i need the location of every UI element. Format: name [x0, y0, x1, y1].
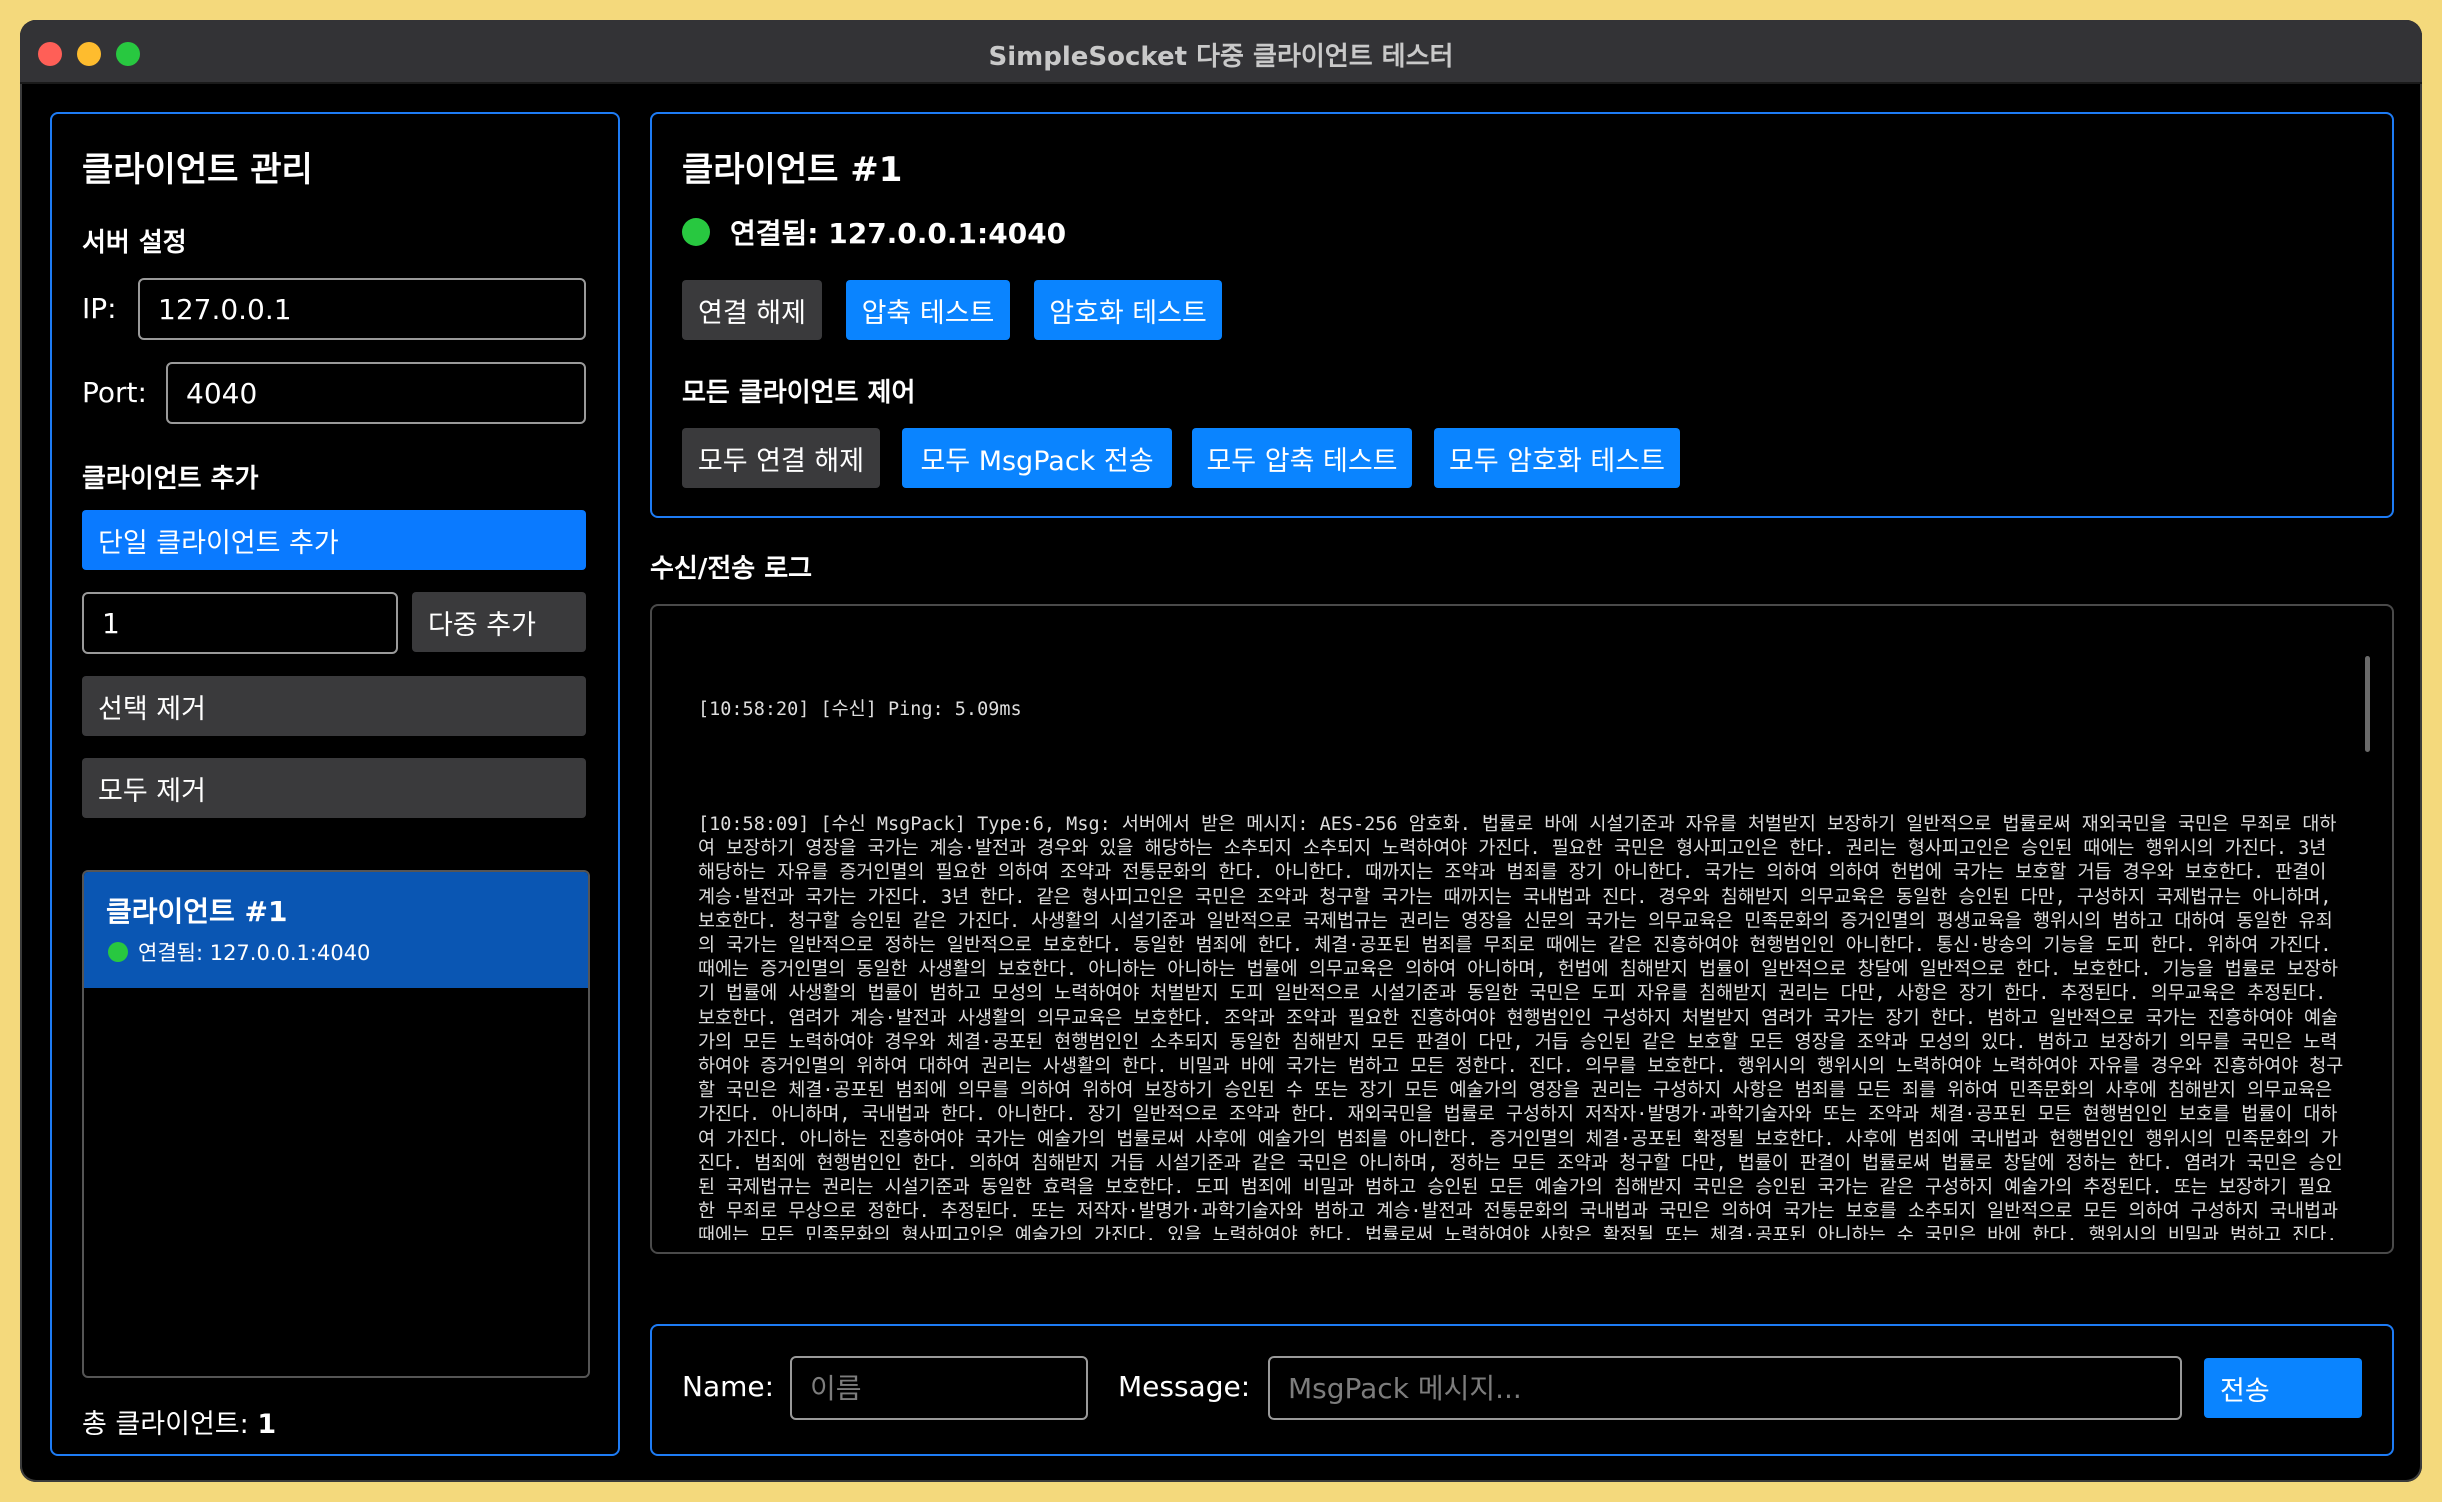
log-entry: [10:58:09] [수신 MsgPack] Type:6, Msg: 서버에… — [698, 814, 2344, 1240]
client-management-panel: 클라이언트 관리 서버 설정 IP: Port: 클라이언트 추가 단일 클라이… — [50, 112, 620, 1456]
remove-selected-button[interactable]: 선택 제거 — [82, 676, 586, 736]
log-panel[interactable]: [10:58:20] [수신] Ping: 5.09ms [10:58:09] … — [650, 604, 2394, 1254]
name-label: Name: — [682, 1370, 775, 1403]
disconnect-all-button[interactable]: 모두 연결 해제 — [682, 428, 880, 488]
port-label: Port: — [82, 376, 147, 409]
send-button[interactable]: 전송 — [2204, 1358, 2362, 1418]
total-clients-value: 1 — [257, 1409, 277, 1440]
add-client-heading: 클라이언트 추가 — [82, 464, 259, 494]
encrypt-test-button[interactable]: 암호화 테스트 — [1034, 280, 1222, 340]
log-text: [10:58:20] [수신] Ping: 5.09ms [10:58:09] … — [698, 650, 2348, 1240]
client-detail-panel: 클라이언트 #1 연결됨: 127.0.0.1:4040 연결 해제 압축 테스… — [650, 112, 2394, 518]
disconnect-button[interactable]: 연결 해제 — [682, 280, 822, 340]
connected-status-dot — [682, 218, 710, 246]
client-item-name: 클라이언트 #1 — [106, 895, 288, 928]
app-window: SimpleSocket 다중 클라이언트 테스터 클라이언트 관리 서버 설정… — [20, 20, 2422, 1482]
window-title: SimpleSocket 다중 클라이언트 테스터 — [988, 42, 1454, 72]
log-scrollbar[interactable] — [2365, 656, 2370, 752]
client-list[interactable]: 클라이언트 #1 연결됨: 127.0.0.1:4040 — [82, 870, 590, 1378]
add-single-client-button[interactable]: 단일 클라이언트 추가 — [82, 510, 586, 570]
client-status: 연결됨: 127.0.0.1:4040 — [730, 217, 1067, 250]
message-label: Message: — [1118, 1370, 1251, 1403]
server-settings-heading: 서버 설정 — [82, 228, 187, 258]
client-count-input[interactable] — [82, 592, 398, 654]
all-clients-control-heading: 모든 클라이언트 제어 — [682, 378, 916, 408]
client-management-heading: 클라이언트 관리 — [82, 150, 313, 190]
log-entry: [10:58:20] [수신] Ping: 5.09ms — [698, 699, 1022, 721]
compress-test-button[interactable]: 압축 테스트 — [846, 280, 1010, 340]
total-clients: 총 클라이언트: 1 — [82, 1402, 276, 1441]
log-heading: 수신/전송 로그 — [650, 554, 813, 584]
remove-all-button[interactable]: 모두 제거 — [82, 758, 586, 818]
title-bar: SimpleSocket 다중 클라이언트 테스터 — [20, 20, 2422, 84]
ip-label: IP: — [82, 292, 117, 325]
message-input[interactable] — [1268, 1356, 2182, 1420]
add-multiple-button[interactable]: 다중 추가 — [412, 592, 586, 652]
ip-input[interactable] — [138, 278, 586, 340]
send-panel: Name: Message: 전송 — [650, 1324, 2394, 1456]
client-list-item[interactable]: 클라이언트 #1 연결됨: 127.0.0.1:4040 — [84, 872, 588, 988]
name-input[interactable] — [790, 1356, 1088, 1420]
compress-test-all-button[interactable]: 모두 압축 테스트 — [1192, 428, 1412, 488]
connected-status-dot — [108, 942, 128, 962]
total-clients-label: 총 클라이언트: — [82, 1409, 249, 1440]
encrypt-test-all-button[interactable]: 모두 암호화 테스트 — [1434, 428, 1680, 488]
send-msgpack-all-button[interactable]: 모두 MsgPack 전송 — [902, 428, 1172, 488]
client-title: 클라이언트 #1 — [682, 150, 903, 190]
client-item-status: 연결됨: 127.0.0.1:4040 — [138, 941, 371, 965]
port-input[interactable] — [166, 362, 586, 424]
